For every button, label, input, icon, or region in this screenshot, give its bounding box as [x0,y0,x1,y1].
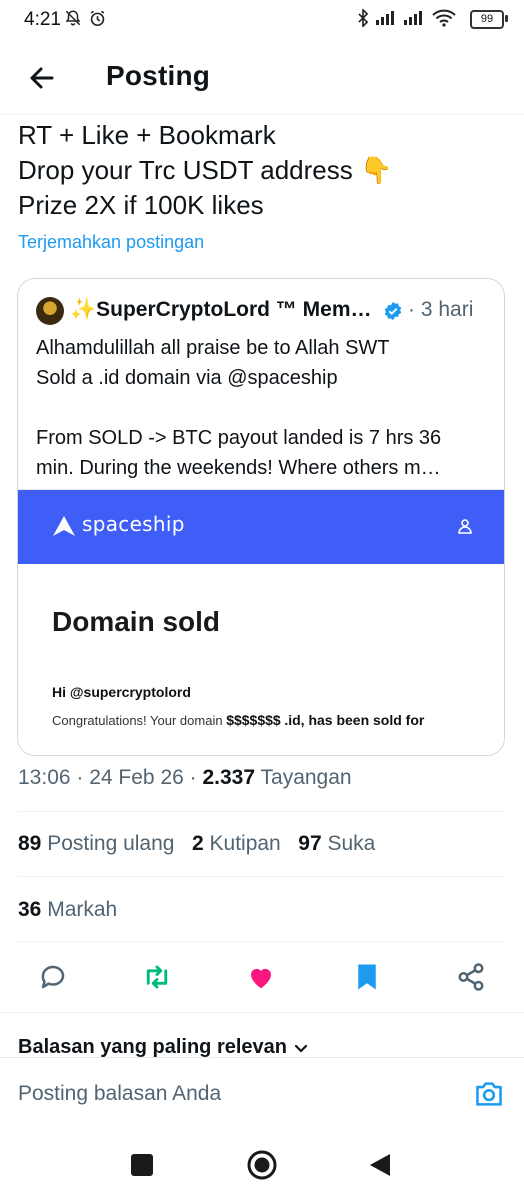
greeting: Hi @supercryptolord [52,684,191,700]
quoted-post-body: Alhamdulillah all praise be to Allah SWT… [36,333,492,483]
post-line: RT + Like + Bookmark [18,120,276,150]
reply-sort-dropdown[interactable]: Balasan yang paling relevan [18,1036,309,1059]
domain-suffix-bold: .id, has been sold for [284,712,425,728]
reposts-stat[interactable]: 89 Posting ulang [18,832,174,855]
view-count: 2.337 [202,766,256,789]
quotes-label: Kutipan [209,832,281,855]
domain-sold-heading: Domain sold [52,606,221,637]
post-line: Prize 2X if 100K likes [18,190,264,220]
congrats-text: Congratulations! Your domain $$$$$$$ .id… [52,712,424,728]
chevron-down-icon [294,1044,308,1053]
bookmarks-count: 36 [18,898,42,921]
quoted-line: min. During the weekends! Where others m… [36,457,441,479]
like-heart-icon[interactable] [246,962,276,992]
battery-indicator: 99 [470,10,504,29]
divider [18,876,506,877]
mute-notification-icon [64,9,82,32]
quoted-line [36,393,492,423]
back-nav-icon[interactable] [368,1152,392,1178]
bookmark-icon[interactable] [352,962,382,992]
status-bar: 4:21 99 [0,0,524,40]
post-metadata: 13:06 · 24 Feb 26 · 2.337 Tayangan [18,766,352,789]
page-title: Posting [106,60,211,91]
post-line: Drop your Trc USDT address 👇 [18,155,393,185]
bookmark-stats[interactable]: 36 Markah [18,898,117,922]
quoted-line: Sold a .id domain via @spaceship [36,367,338,389]
bluetooth-icon [356,7,370,32]
bookmarks-label: Markah [47,898,118,921]
quoted-line: From SOLD -> BTC payout landed is 7 hrs … [36,427,442,449]
system-nav-bar [0,1130,524,1200]
reply-composer[interactable]: Posting balasan Anda [0,1057,524,1131]
congrats-prefix: Congratulations! Your domain [52,713,223,728]
quoted-author-name[interactable]: ✨SuperCryptoLord ™ Mem… [70,298,380,322]
greeting-handle: @supercryptolord [69,684,191,700]
likes-count: 97 [298,832,322,855]
reposts-label: Posting ulang [47,832,175,855]
reposts-count: 89 [18,832,42,855]
verified-badge-icon [383,301,403,321]
share-icon[interactable] [456,962,486,992]
divider [18,811,506,812]
greeting-hi: Hi [52,684,66,700]
quoted-post-image[interactable]: spaceship Domain sold Hi @supercryptolor… [18,489,504,755]
engagement-stats: 89 Posting ulang 2 Kutipan 97 Suka [18,832,375,856]
quoted-post-time: · 3 hari [408,298,474,321]
home-icon[interactable] [246,1149,278,1181]
quotes-stat[interactable]: 2 Kutipan [192,832,281,855]
user-icon [456,517,474,535]
divider [0,1012,524,1013]
signal-icon [376,9,400,30]
reply-input[interactable]: Posting balasan Anda [18,1082,221,1106]
top-app-bar: Posting [0,48,524,115]
retweet-icon[interactable] [142,962,172,992]
wifi-icon [432,9,456,32]
avatar[interactable] [36,297,64,325]
divider [18,941,506,942]
back-arrow-icon[interactable] [26,62,58,94]
spaceship-brand: spaceship [82,512,185,536]
quoted-post-card[interactable]: ✨SuperCryptoLord ™ Mem… · 3 hari Alhamdu… [17,278,505,756]
recents-icon[interactable] [131,1154,153,1176]
spaceship-logo-icon [52,515,76,537]
likes-label: Suka [327,832,376,855]
reply-icon[interactable] [38,962,68,992]
alarm-icon [88,9,107,33]
domain-masked: $$$$$$$ [226,712,281,728]
view-label: Tayangan [260,766,352,789]
translate-link[interactable]: Terjemahkan postingan [18,232,204,253]
post-date: 24 Feb 26 [89,766,184,789]
quotes-count: 2 [191,832,204,855]
reply-sort-label: Balasan yang paling relevan [18,1036,287,1058]
signal-icon-2 [404,9,428,30]
post-text: RT + Like + Bookmark Drop your Trc USDT … [18,118,508,223]
status-time: 4:21 [24,9,61,30]
camera-icon[interactable] [474,1080,504,1108]
quoted-line: Alhamdulillah all praise be to Allah SWT [36,337,390,359]
post-time: 13:06 [18,766,71,789]
spaceship-header-bar: spaceship [18,490,504,564]
battery-nub [505,15,508,22]
likes-stat[interactable]: 97 Suka [298,832,375,855]
